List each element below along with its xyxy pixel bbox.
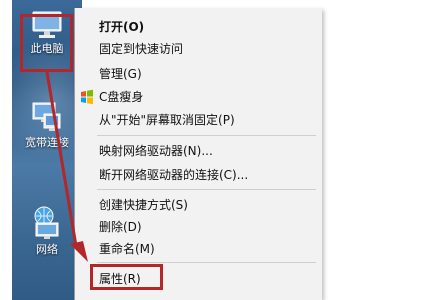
menu-separator [97,189,316,190]
menu-separator [97,135,316,136]
menu-item-map-network-drive[interactable]: 映射网络驱动器(N)... [99,142,213,160]
menu-item-pin-quick-access[interactable]: 固定到快速访问 [99,40,183,58]
menu-item-manage[interactable]: 管理(G) [99,65,142,83]
highlight-box-properties [90,264,163,290]
desktop-icon-broadband[interactable]: 宽带连接 [12,100,82,149]
highlight-box-this-pc [20,14,73,72]
menu-item-create-shortcut[interactable]: 创建快捷方式(S) [99,196,188,214]
desktop-icon-label: 网络 [36,243,58,256]
menu-item-open[interactable]: 打开(O) [99,18,144,36]
network-icon [34,206,59,239]
desktop-icon-network[interactable]: 网络 [12,205,82,256]
menu-separator [97,262,316,263]
windows-flag-icon [81,89,93,105]
menu-item-c-drive-cleanup[interactable]: C盘瘦身 [99,88,143,106]
menu-item-unpin-start[interactable]: 从"开始"屏幕取消固定(P) [99,111,235,129]
menu-item-rename[interactable]: 重命名(M) [99,240,155,258]
screenshot-stage: 此电脑 宽带连接 网络 打开(O) 固定到快速访问 管理(G) C盘瘦身 从"开… [0,0,440,300]
context-menu: 打开(O) 固定到快速访问 管理(G) C盘瘦身 从"开始"屏幕取消固定(P) … [74,8,322,300]
menu-item-delete[interactable]: 删除(D) [99,218,142,236]
network-connection-icon [32,102,61,131]
desktop-icon-label: 宽带连接 [25,136,69,149]
menu-item-disconnect-network-drive[interactable]: 断开网络驱动器的连接(C)... [99,166,248,184]
